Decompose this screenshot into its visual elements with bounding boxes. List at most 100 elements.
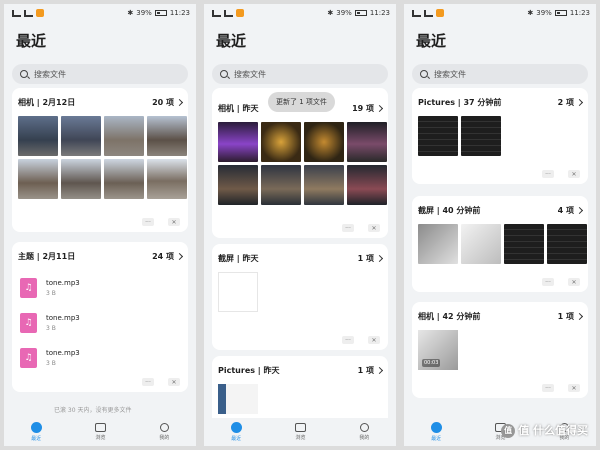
more-icon[interactable]: ··· xyxy=(542,170,554,178)
photo-thumbnail[interactable] xyxy=(347,122,387,162)
photo-thumbnail[interactable] xyxy=(18,116,58,156)
close-icon[interactable]: ✕ xyxy=(168,378,180,386)
nav-recent[interactable]: 最近 xyxy=(430,422,442,442)
recent-group-card[interactable]: 主题 | 2月11日 24 项 ♫ tone.mp3 3 B ♫ tone.mp3 3 B… xyxy=(12,242,188,392)
signal-icon xyxy=(12,9,21,17)
photo-thumbnail[interactable] xyxy=(304,122,344,162)
more-icon[interactable]: ··· xyxy=(342,224,354,232)
close-icon[interactable]: ✕ xyxy=(568,384,580,392)
file-size: 3 B xyxy=(46,324,56,332)
photo-thumbnail[interactable] xyxy=(61,159,101,199)
file-name: tone.mp3 xyxy=(46,348,80,357)
recent-group-card[interactable]: 相机 | 2月12日 20 项 ··· ✕ xyxy=(12,88,188,232)
group-count[interactable]: 19 项 xyxy=(352,103,384,114)
photo-thumbnail[interactable] xyxy=(104,116,144,156)
close-icon[interactable]: ✕ xyxy=(368,224,380,232)
battery-level: 39% xyxy=(536,9,552,17)
photo-thumbnail[interactable] xyxy=(261,165,301,205)
screenshot-thumbnail[interactable] xyxy=(418,224,458,264)
photo-thumbnail[interactable] xyxy=(261,122,301,162)
video-duration: 00:03 xyxy=(422,359,441,367)
watermark-text: 值 什么值得买 xyxy=(518,424,588,437)
nav-browse[interactable]: 浏览 xyxy=(294,423,306,441)
nav-browse[interactable]: 浏览 xyxy=(94,423,106,441)
clock-icon xyxy=(430,422,442,433)
chevron-right-icon xyxy=(375,104,384,112)
group-count-label: 24 项 xyxy=(152,251,174,261)
more-icon[interactable]: ··· xyxy=(542,278,554,286)
screenshot-thumbnail[interactable] xyxy=(418,116,458,156)
chevron-right-icon xyxy=(375,254,384,262)
photo-thumbnail[interactable] xyxy=(18,159,58,199)
photo-thumbnail[interactable] xyxy=(147,116,187,156)
close-icon[interactable]: ✕ xyxy=(568,170,580,178)
recent-group-card[interactable]: 截屏 | 40 分钟前 4 项 ··· ✕ xyxy=(412,196,588,292)
search-input[interactable]: 搜索文件 xyxy=(12,64,188,84)
screenshot-thumbnail[interactable] xyxy=(504,224,544,264)
status-bar: ✱ 39% 11:23 xyxy=(204,4,396,22)
group-count-label: 1 项 xyxy=(557,311,574,321)
nav-recent-label: 最近 xyxy=(231,436,242,442)
signal-icon xyxy=(412,9,421,17)
list-item[interactable]: ♫ tone.mp3 3 B xyxy=(12,340,188,375)
photo-thumbnail[interactable] xyxy=(218,165,258,205)
recent-group-card[interactable]: 截屏 | 昨天 1 项 ··· ✕ xyxy=(212,244,388,350)
screenshot-thumbnail[interactable] xyxy=(547,224,587,264)
group-count-label: 20 项 xyxy=(152,97,174,107)
group-count[interactable]: 4 项 xyxy=(558,205,584,216)
music-file-icon: ♫ xyxy=(20,312,37,333)
battery-level: 39% xyxy=(136,9,152,17)
search-input[interactable]: 搜索文件 xyxy=(212,64,388,84)
screenshot-thumbnail[interactable] xyxy=(461,116,501,156)
more-icon[interactable]: ··· xyxy=(142,218,154,226)
group-count[interactable]: 2 项 xyxy=(557,97,584,108)
video-thumbnail[interactable]: 00:03 xyxy=(418,330,458,370)
group-count[interactable]: 24 项 xyxy=(152,251,184,262)
group-count[interactable]: 1 项 xyxy=(557,311,584,322)
nav-recent[interactable]: 最近 xyxy=(30,422,42,442)
group-title: Pictures | 昨天 xyxy=(218,365,280,375)
more-icon[interactable]: ··· xyxy=(142,378,154,386)
nav-recent-label: 最近 xyxy=(31,436,42,442)
clock-time: 11:23 xyxy=(569,9,590,17)
file-size: 3 B xyxy=(46,289,56,297)
music-file-icon: ♫ xyxy=(20,347,37,368)
battery-icon xyxy=(154,10,167,16)
status-bar: ✱ 39% 11:23 xyxy=(404,4,596,22)
recent-group-card[interactable]: Pictures | 昨天 1 项 xyxy=(212,356,388,426)
nav-recent-label: 最近 xyxy=(431,436,442,442)
list-item[interactable]: ♫ tone.mp3 3 B xyxy=(12,270,188,305)
screenshot-thumbnail[interactable] xyxy=(461,224,501,264)
nav-mine[interactable]: 我的 xyxy=(359,423,369,441)
group-count[interactable]: 1 项 xyxy=(358,365,384,376)
recent-group-card[interactable]: Pictures | 37 分钟前 2 项 ··· ✕ xyxy=(412,88,588,184)
recent-group-card[interactable]: 相机 | 42 分钟前 1 项 00:03 ··· ✕ xyxy=(412,302,588,398)
screenshot-thumbnail[interactable] xyxy=(218,272,258,312)
photo-thumbnail[interactable] xyxy=(104,159,144,199)
photo-thumbnail[interactable] xyxy=(218,122,258,162)
battery-icon xyxy=(354,10,367,16)
phone-screen-2: ✱ 39% 11:23 最近 搜索文件 相机 | 昨天 19 项 ··· ✕ 更新了 1… xyxy=(204,4,396,446)
clock-time: 11:23 xyxy=(169,9,190,17)
group-count[interactable]: 20 项 xyxy=(152,97,184,108)
group-count-label: 2 项 xyxy=(557,97,574,107)
bluetooth-icon: ✱ xyxy=(327,9,334,17)
more-icon[interactable]: ··· xyxy=(342,336,354,344)
list-item[interactable]: ♫ tone.mp3 3 B xyxy=(12,305,188,340)
user-icon xyxy=(159,423,169,432)
group-count[interactable]: 1 项 xyxy=(358,253,384,264)
close-icon[interactable]: ✕ xyxy=(168,218,180,226)
photo-thumbnail[interactable] xyxy=(147,159,187,199)
photo-thumbnail[interactable] xyxy=(347,165,387,205)
photo-thumbnail[interactable] xyxy=(304,165,344,205)
picture-thumbnail[interactable] xyxy=(218,384,258,414)
photo-thumbnail[interactable] xyxy=(61,116,101,156)
nav-mine[interactable]: 我的 xyxy=(159,423,169,441)
nav-recent[interactable]: 最近 xyxy=(230,422,242,442)
close-icon[interactable]: ✕ xyxy=(568,278,580,286)
app-notification-icon xyxy=(436,9,444,17)
more-icon[interactable]: ··· xyxy=(542,384,554,392)
close-icon[interactable]: ✕ xyxy=(368,336,380,344)
search-input[interactable]: 搜索文件 xyxy=(412,64,588,84)
search-placeholder: 搜索文件 xyxy=(34,69,66,79)
